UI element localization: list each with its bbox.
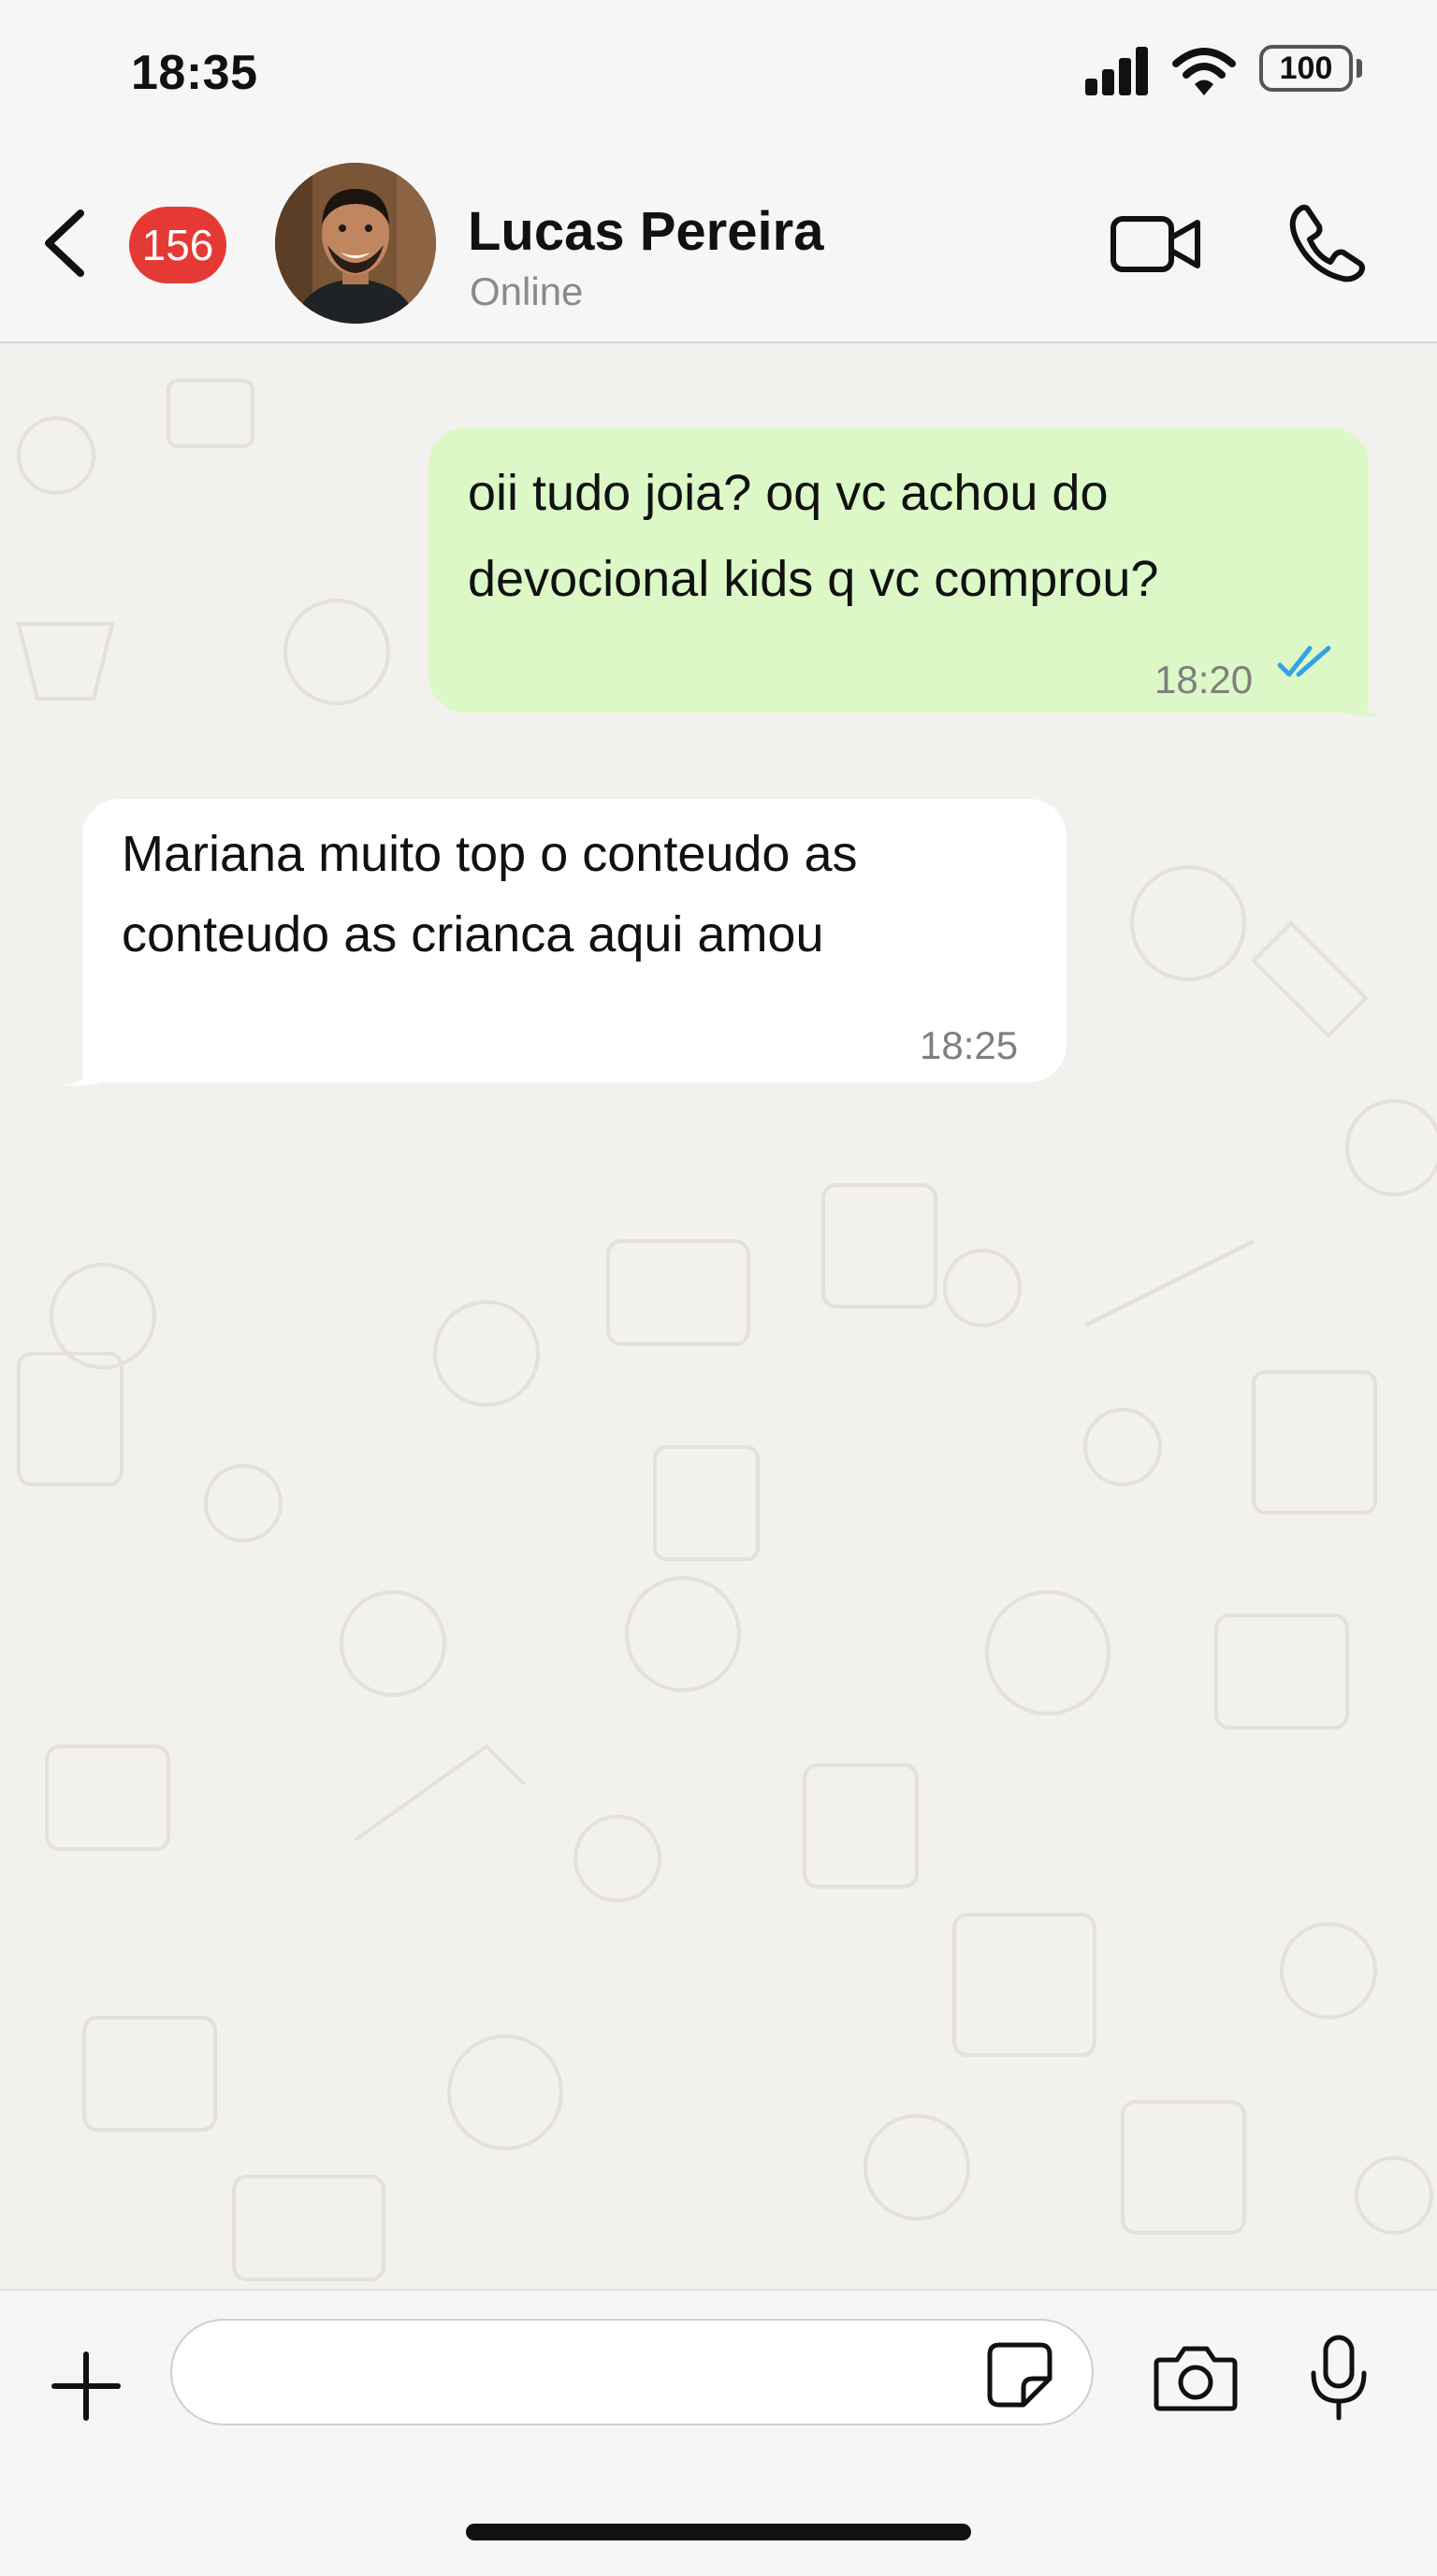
outgoing-message[interactable]: oii tudo joia? oq vc achou do devocional…: [428, 427, 1369, 713]
microphone-icon[interactable]: [1306, 2334, 1372, 2422]
unread-count-badge[interactable]: 156: [129, 207, 226, 283]
chat-area[interactable]: oii tudo joia? oq vc achou do devocional…: [0, 343, 1437, 2289]
signal-icon: [1085, 47, 1151, 95]
bubble-tail: [1347, 680, 1385, 716]
chat-header: 156 Lucas Pereira Online: [0, 140, 1437, 343]
message-input[interactable]: [170, 2319, 1094, 2425]
avatar[interactable]: [275, 163, 436, 324]
battery-level: 100: [1259, 45, 1353, 92]
status-bar: 18:35 100: [0, 0, 1437, 140]
home-indicator: [466, 2524, 971, 2540]
bubble-tail: [62, 1049, 99, 1086]
battery-icon: 100: [1259, 45, 1362, 95]
sticker-icon[interactable]: [986, 2341, 1053, 2409]
incoming-message[interactable]: Mariana muito top o conteudo as conteudo…: [82, 799, 1067, 1082]
message-text: oii tudo joia? oq vc achou do devocional…: [468, 465, 1159, 607]
message-time: 18:20: [1154, 658, 1254, 702]
status-time: 18:35: [131, 46, 258, 100]
wifi-icon: [1172, 48, 1236, 95]
video-call-icon[interactable]: [1110, 211, 1203, 277]
contact-name[interactable]: Lucas Pereira: [468, 200, 823, 263]
plus-icon[interactable]: [49, 2349, 123, 2424]
camera-icon[interactable]: [1153, 2341, 1239, 2412]
voice-call-icon[interactable]: [1287, 204, 1366, 282]
message-time: 18:25: [920, 1023, 1019, 1067]
back-icon[interactable]: [37, 206, 94, 281]
message-text: Mariana muito top o conteudo as conteudo…: [122, 826, 858, 962]
contact-status: Online: [470, 269, 584, 313]
read-receipt-icon: [1277, 645, 1331, 677]
